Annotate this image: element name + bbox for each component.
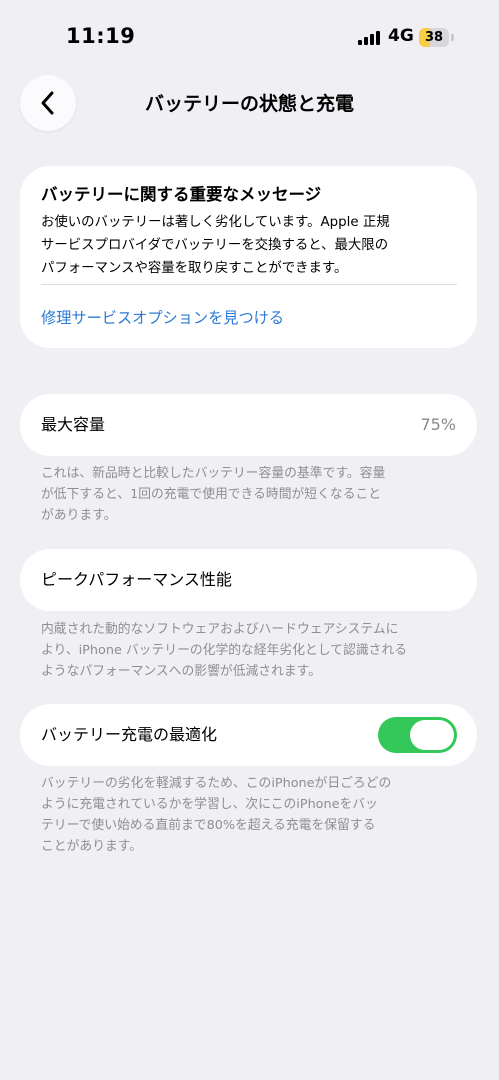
chevron-left-icon: [41, 91, 54, 115]
optimized-charging-label: バッテリー充電の最適化: [41, 725, 218, 744]
back-button[interactable]: [20, 75, 76, 131]
footnote-line: これは、新品時と比較したバッテリー容量の基準です。容量: [41, 466, 386, 481]
cellular-signal-icon: [358, 30, 380, 45]
battery-icon: 38: [419, 28, 455, 47]
repair-service-link[interactable]: 修理サービスオプションを見つける: [41, 306, 284, 328]
peak-performance-footnote: 内蔵された動的なソフトウェアおよびハードウェアシステムに より、iPhone バ…: [41, 619, 459, 682]
footnote-line: より、iPhone バッテリーの化学的な経年劣化として認識される: [41, 643, 408, 658]
footnote-line: ようなパフォーマンスへの影響が低減されます。: [41, 664, 321, 679]
status-time: 11:19: [66, 24, 136, 48]
max-capacity-footnote: これは、新品時と比較したバッテリー容量の基準です。容量 が低下すると、1回の充電…: [41, 463, 459, 526]
footnote-line: バッテリーの劣化を軽減するため、このiPhoneが日ごろどの: [41, 776, 392, 791]
optimized-charging-footnote: バッテリーの劣化を軽減するため、このiPhoneが日ごろどの ように充電されてい…: [41, 773, 459, 857]
status-bar: 11:19 4G 38: [0, 0, 499, 60]
peak-performance-row: ピークパフォーマンス性能: [20, 549, 477, 611]
page-title: バッテリーの状態と充電: [144, 93, 354, 115]
message-line: パフォーマンスや容量を取り戻すことができます。: [41, 261, 348, 276]
max-capacity-value: 75%: [420, 415, 456, 434]
footnote-line: 内蔵された動的なソフトウェアおよびハードウェアシステムに: [41, 622, 399, 637]
network-type: 4G: [388, 26, 414, 46]
max-capacity-label: 最大容量: [41, 415, 106, 434]
message-title: バッテリーに関する重要なメッセージ: [41, 185, 322, 204]
message-body: お使いのバッテリーは著しく劣化しています。Apple 正規 サービスプロバイダで…: [41, 211, 461, 280]
message-line: お使いのバッテリーは著しく劣化しています。Apple 正規: [41, 215, 390, 230]
footnote-line: ように充電されているかを学習し、次にこのiPhoneをバッ: [41, 797, 378, 812]
optimized-charging-toggle[interactable]: [378, 717, 457, 753]
battery-message-card: バッテリーに関する重要なメッセージ お使いのバッテリーは著しく劣化しています。A…: [20, 166, 477, 348]
toggle-knob: [410, 720, 454, 750]
footnote-line: があります。: [41, 508, 117, 523]
footnote-line: が低下すると、1回の充電で使用できる時間が短くなること: [41, 487, 382, 502]
optimized-charging-row: バッテリー充電の最適化: [20, 704, 477, 766]
peak-performance-label: ピークパフォーマンス性能: [41, 570, 232, 589]
footnote-line: テリーで使い始める直前まで80%を超える充電を保留する: [41, 818, 376, 833]
message-line: サービスプロバイダでバッテリーを交換すると、最大限の: [41, 238, 389, 253]
max-capacity-row: 最大容量 75%: [20, 394, 477, 456]
divider: [41, 284, 457, 285]
footnote-line: ことがあります。: [41, 839, 143, 854]
battery-level: 38: [424, 30, 444, 45]
